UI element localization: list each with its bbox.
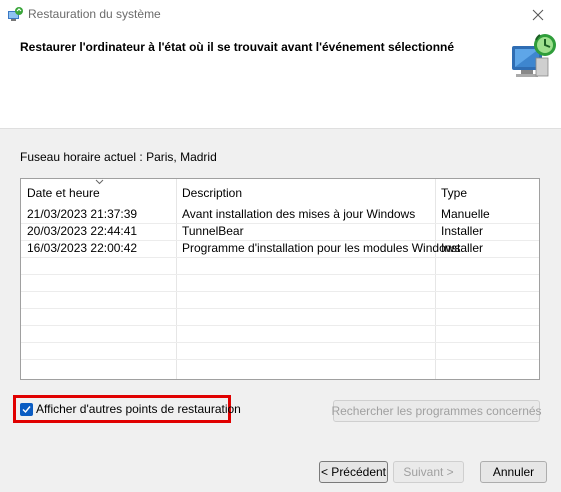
column-header-type[interactable]: Type	[441, 179, 467, 207]
row-divider	[21, 274, 539, 275]
row-description: Avant installation des mises à jour Wind…	[182, 207, 416, 221]
row-date: 16/03/2023 22:00:42	[27, 241, 138, 255]
show-more-restore-points-highlight[interactable]: Afficher d'autres points de restauration	[13, 395, 241, 423]
column-header-description[interactable]: Description	[182, 179, 242, 207]
restore-points-table[interactable]: Date et heure Description Type 21/03/202…	[20, 178, 540, 380]
close-icon	[532, 9, 544, 21]
column-separator	[435, 179, 436, 379]
row-divider	[21, 308, 539, 309]
close-button[interactable]	[515, 0, 561, 30]
show-more-label[interactable]: Afficher d'autres points de restauration	[36, 402, 241, 416]
column-separator	[176, 179, 177, 379]
cancel-button[interactable]: Annuler	[480, 461, 547, 483]
row-divider	[21, 325, 539, 326]
row-divider	[21, 291, 539, 292]
title-bar: Restauration du système	[0, 0, 561, 30]
wizard-header: Restaurer l'ordinateur à l'état où il se…	[0, 30, 561, 129]
show-more-checkbox[interactable]	[20, 402, 33, 416]
window-title: Restauration du système	[28, 7, 161, 21]
row-type: Installer	[441, 241, 484, 255]
row-date: 21/03/2023 21:37:39	[27, 207, 138, 221]
scan-affected-programs-button[interactable]: Rechercher les programmes concernés	[331, 400, 542, 422]
row-divider	[21, 342, 539, 343]
page-title: Restaurer l'ordinateur à l'état où il se…	[20, 40, 455, 54]
system-restore-icon	[512, 34, 556, 77]
timezone-label: Fuseau horaire actuel : Paris, Madrid	[20, 150, 217, 164]
column-header-date[interactable]: Date et heure	[27, 179, 100, 207]
row-type: Manuelle	[441, 207, 490, 221]
checkmark-icon	[22, 405, 31, 413]
back-button[interactable]: < Précédent	[319, 461, 388, 483]
row-type: Installer	[441, 224, 484, 238]
row-divider	[21, 257, 539, 258]
row-date: 20/03/2023 22:44:41	[27, 224, 138, 238]
row-description: TunnelBear	[182, 224, 244, 238]
row-divider	[21, 359, 539, 360]
next-button[interactable]: Suivant >	[393, 461, 464, 483]
system-restore-app-icon	[8, 7, 23, 21]
row-description: Programme d'installation pour les module…	[182, 241, 461, 255]
